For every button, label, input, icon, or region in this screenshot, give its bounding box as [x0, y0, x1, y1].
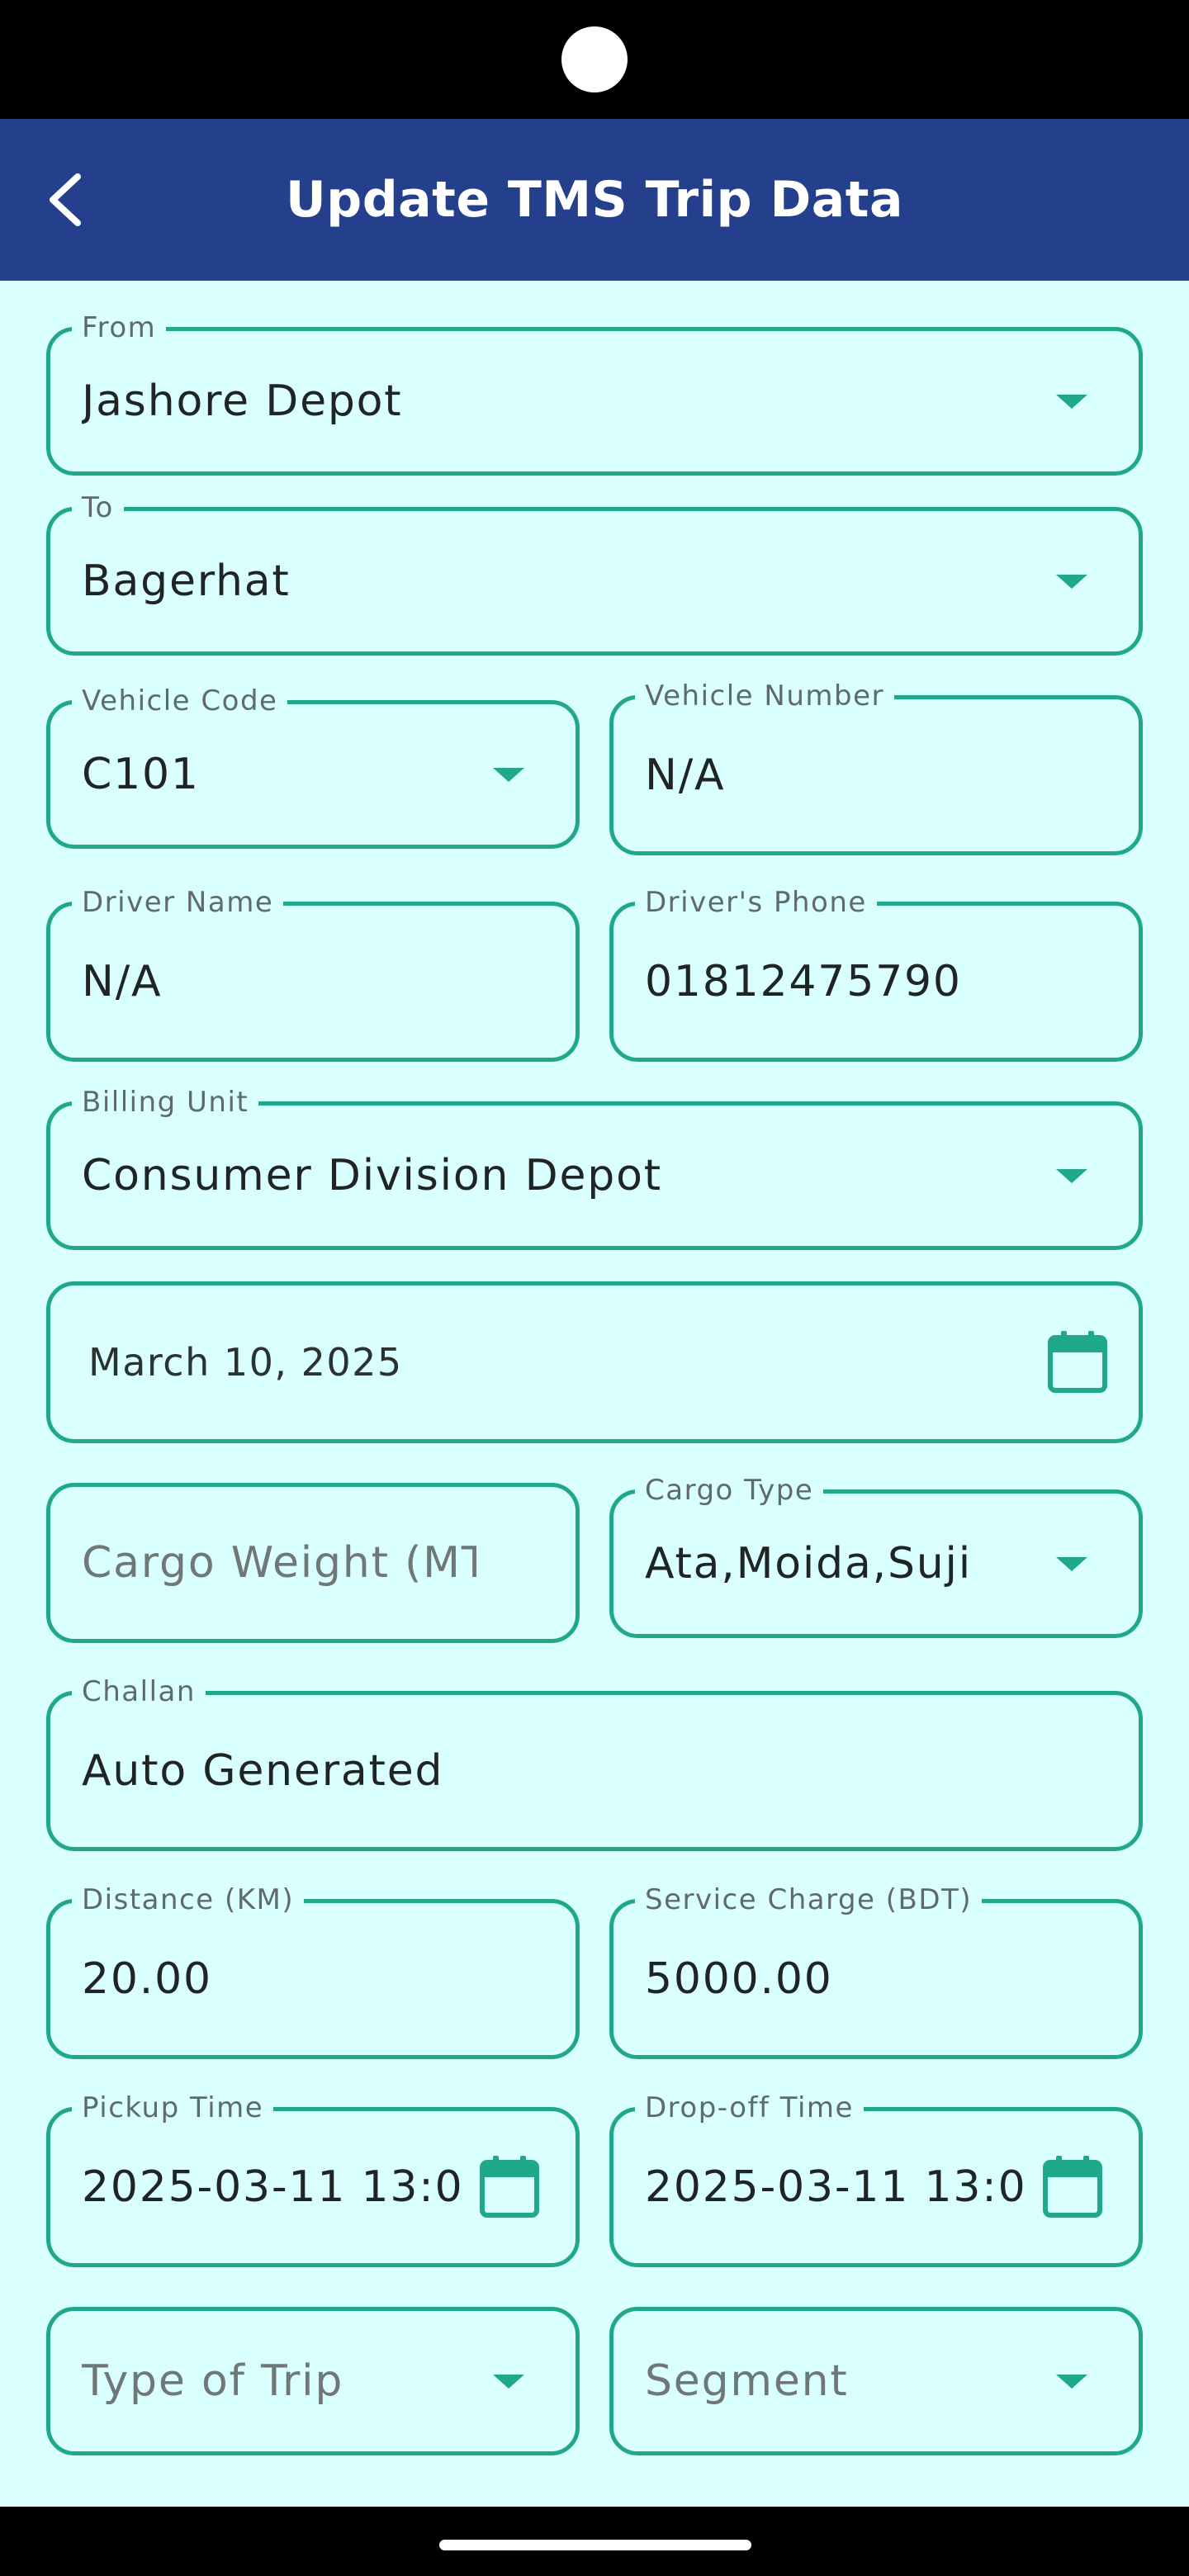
type-of-trip-dropdown[interactable]: Type of Trip	[46, 2307, 580, 2455]
dropdown-arrow-icon	[1056, 575, 1087, 589]
billing-unit-dropdown[interactable]: Billing Unit Consumer Division Depot	[46, 1086, 1143, 1250]
trip-form: From Jashore Depot To Bagerhat Vehicle C…	[0, 281, 1189, 2507]
calendar-icon[interactable]	[1041, 2154, 1104, 2220]
dropdown-arrow-icon	[1056, 2375, 1087, 2389]
system-nav-bar	[0, 2507, 1189, 2576]
front-camera	[561, 26, 628, 92]
date-value: March 10, 2025	[88, 1340, 403, 1385]
distance-value: 20.00	[82, 1954, 212, 2004]
distance-field[interactable]: Distance (KM) 20.00	[46, 1883, 580, 2059]
back-button[interactable]	[36, 165, 102, 234]
driver-phone-field[interactable]: Driver's Phone 01812475790	[609, 886, 1143, 1062]
vehicle-code-dropdown[interactable]: Vehicle Code C101	[46, 684, 580, 849]
dropoff-time-field[interactable]: Drop-off Time 2025-03-11 13:0	[609, 2091, 1143, 2267]
dropdown-arrow-icon	[493, 2375, 524, 2389]
driver-phone-value: 01812475790	[645, 957, 962, 1006]
billing-unit-value: Consumer Division Depot	[82, 1151, 662, 1200]
challan-value: Auto Generated	[82, 1746, 444, 1796]
cargo-type-value: Ata,Moida,Suji	[645, 1539, 973, 1589]
challan-field[interactable]: Challan Auto Generated	[46, 1675, 1143, 1851]
dropdown-arrow-icon	[1056, 395, 1087, 409]
status-bar	[0, 0, 1189, 119]
to-dropdown[interactable]: To Bagerhat	[46, 491, 1143, 656]
service-charge-value: 5000.00	[645, 1954, 833, 2004]
phone-screen: Update TMS Trip Data From Jashore Depot …	[0, 0, 1189, 2576]
chevron-left-icon	[50, 173, 81, 226]
pickup-time-value: 2025-03-11 13:0	[82, 2162, 464, 2212]
dropdown-arrow-icon	[493, 768, 524, 782]
vehicle-number-value: N/A	[645, 751, 726, 800]
segment-dropdown[interactable]: Segment	[609, 2307, 1143, 2455]
driver-name-field[interactable]: Driver Name N/A	[46, 886, 580, 1062]
dropoff-time-value: 2025-03-11 13:0	[645, 2162, 1027, 2212]
page-title: Update TMS Trip Data	[286, 171, 903, 229]
type-of-trip-placeholder: Type of Trip	[82, 2356, 344, 2406]
calendar-icon[interactable]	[478, 2154, 541, 2220]
date-picker-field[interactable]: March 10, 2025	[46, 1281, 1143, 1443]
dropdown-arrow-icon	[1056, 1169, 1087, 1183]
dropdown-arrow-icon	[1056, 1557, 1087, 1571]
pickup-time-field[interactable]: Pickup Time 2025-03-11 13:0	[46, 2091, 580, 2267]
to-value: Bagerhat	[82, 556, 291, 606]
calendar-icon[interactable]	[1046, 1329, 1109, 1395]
service-charge-field[interactable]: Service Charge (BDT) 5000.00	[609, 1883, 1143, 2059]
segment-placeholder: Segment	[645, 2356, 849, 2406]
home-indicator[interactable]	[439, 2540, 751, 2550]
vehicle-number-field[interactable]: Vehicle Number N/A	[609, 680, 1143, 855]
app-bar: Update TMS Trip Data	[0, 119, 1189, 281]
cargo-weight-field[interactable]: Cargo Weight (MT)	[46, 1483, 580, 1643]
cargo-type-dropdown[interactable]: Cargo Type Ata,Moida,Suji	[609, 1474, 1143, 1638]
from-dropdown[interactable]: From Jashore Depot	[46, 311, 1143, 476]
driver-name-value: N/A	[82, 957, 163, 1006]
cargo-weight-placeholder: Cargo Weight (MT)	[82, 1538, 476, 1588]
from-value: Jashore Depot	[82, 376, 403, 426]
vehicle-code-value: C101	[82, 750, 200, 799]
